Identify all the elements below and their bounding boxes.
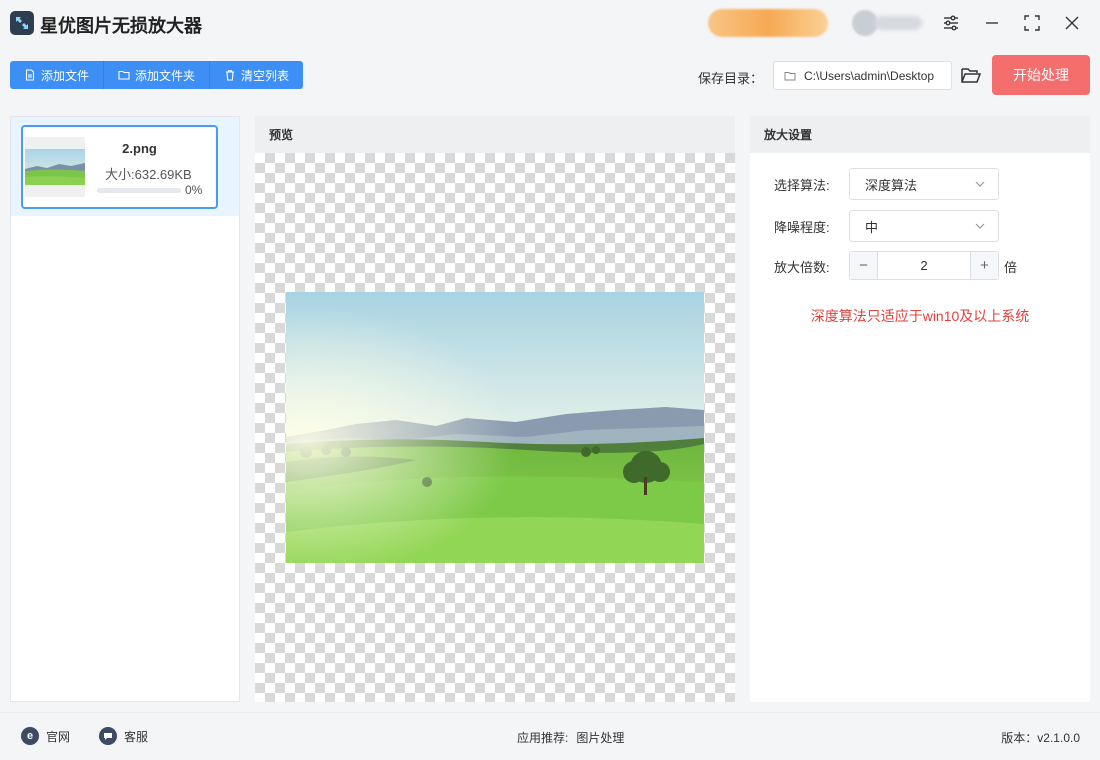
vip-badge[interactable] xyxy=(708,9,828,37)
list-item: 2.png 大小:632.69KB 0% xyxy=(11,117,239,216)
start-processing-button[interactable]: 开始处理 xyxy=(992,55,1090,95)
settings-panel: 放大设置 选择算法: 深度算法 降噪程度: 中 放大倍数: − 2 + 倍 深度… xyxy=(750,116,1090,702)
progress-bar xyxy=(97,188,181,193)
settings-title: 放大设置 xyxy=(750,116,1090,153)
decrement-button[interactable]: − xyxy=(850,252,878,279)
clear-list-label: 清空列表 xyxy=(241,68,290,83)
file-name: 2.png xyxy=(122,141,157,156)
scale-label: 放大倍数: xyxy=(774,260,830,275)
preview-title: 预览 xyxy=(255,116,735,153)
scale-value[interactable]: 2 xyxy=(878,252,970,279)
app-logo xyxy=(10,11,34,35)
app-title: 星优图片无损放大器 xyxy=(40,16,202,36)
algorithm-label: 选择算法: xyxy=(774,178,830,193)
minimize-icon[interactable] xyxy=(979,10,1005,36)
algorithm-value: 深度算法 xyxy=(865,177,918,193)
progress-percent: 0% xyxy=(185,183,203,197)
settings-sliders-icon[interactable] xyxy=(938,10,964,36)
version-text: 版本：v2.1.0.0 xyxy=(1001,731,1080,745)
algorithm-warning: 深度算法只适应于win10及以上系统 xyxy=(810,308,1030,324)
maximize-icon[interactable] xyxy=(1019,10,1045,36)
chevron-down-icon xyxy=(975,223,985,229)
website-link[interactable]: e 官网 xyxy=(21,727,70,745)
folder-icon xyxy=(784,71,796,80)
trash-icon xyxy=(226,70,235,81)
folder-open-icon[interactable] xyxy=(960,64,982,86)
save-dir-path: C:\Users\admin\Desktop xyxy=(804,68,935,83)
add-file-label: 添加文件 xyxy=(41,68,90,83)
preview-image xyxy=(286,292,704,563)
preview-panel: 预览 xyxy=(255,116,735,702)
browser-e-icon: e xyxy=(21,727,39,745)
user-name xyxy=(874,16,922,30)
file-card[interactable]: 2.png 大小:632.69KB 0% xyxy=(21,125,218,209)
app-recommendation: 应用推荐: 图片处理 xyxy=(517,729,624,746)
recommend-label: 应用推荐: xyxy=(517,731,569,745)
save-dir-label: 保存目录： xyxy=(698,71,764,86)
clear-list-button[interactable]: 清空列表 xyxy=(210,61,304,89)
noise-select[interactable]: 中 xyxy=(849,210,999,242)
noise-label: 降噪程度: xyxy=(774,220,830,235)
add-folder-button[interactable]: 添加文件夹 xyxy=(104,61,211,89)
chevron-down-icon xyxy=(975,181,985,187)
save-dir-field[interactable]: C:\Users\admin\Desktop xyxy=(773,61,952,90)
increment-button[interactable]: + xyxy=(970,252,998,279)
support-link[interactable]: 客服 xyxy=(99,727,148,745)
file-list-panel: 2.png 大小:632.69KB 0% xyxy=(10,116,240,702)
expand-arrows-icon xyxy=(16,17,28,29)
add-folder-label: 添加文件夹 xyxy=(135,68,196,83)
close-icon[interactable] xyxy=(1059,10,1085,36)
recommend-link[interactable]: 图片处理 xyxy=(576,731,624,745)
folder-icon xyxy=(118,70,130,80)
scale-unit: 倍 xyxy=(1004,260,1018,275)
file-actions-toolbar: 添加文件 添加文件夹 清空列表 xyxy=(10,61,304,89)
title-bar: 星优图片无损放大器 xyxy=(0,0,1100,46)
support-label: 客服 xyxy=(124,729,149,744)
noise-value: 中 xyxy=(865,219,879,235)
algorithm-select[interactable]: 深度算法 xyxy=(849,168,999,200)
website-label: 官网 xyxy=(46,729,71,744)
file-size: 大小:632.69KB xyxy=(105,167,192,182)
file-icon xyxy=(25,69,35,81)
scale-stepper[interactable]: − 2 + xyxy=(849,251,999,280)
footer: e 官网 客服 应用推荐: 图片处理 版本：v2.1.0.0 xyxy=(0,712,1100,760)
user-account[interactable] xyxy=(852,10,922,36)
transparency-canvas xyxy=(255,153,735,702)
add-file-button[interactable]: 添加文件 xyxy=(10,61,105,89)
chat-bubble-icon xyxy=(99,727,117,745)
